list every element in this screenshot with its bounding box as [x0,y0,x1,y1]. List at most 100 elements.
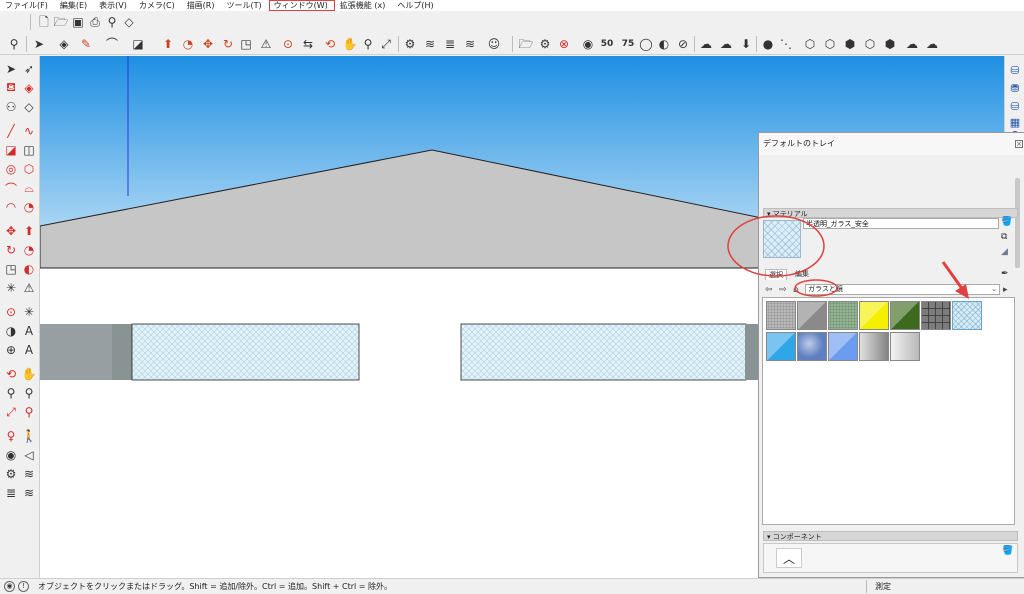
database-stack-icon[interactable]: ⛁ [1007,98,1023,114]
details-arrow-icon[interactable]: ▸ [1003,285,1008,295]
tray-scrollbar[interactable] [1015,178,1020,268]
hexagon-icon[interactable]: ⬡ [802,36,818,52]
new-file-icon[interactable]: 🗋 [36,14,52,30]
pie-icon[interactable]: ◔ [21,199,37,215]
select-arrow-icon[interactable]: ➤ [3,61,19,77]
polygon-tool-icon[interactable]: ⬡ [21,161,37,177]
menu-item-8[interactable]: ヘルプ(H) [392,0,440,11]
menu-item-5[interactable]: ツール(T) [222,0,269,11]
create-material-icon[interactable]: ⧉ [1001,232,1007,242]
hexagon-cube-icon[interactable]: ⬢ [842,36,858,52]
zoom-left-icon[interactable]: ⚲ [3,385,19,401]
move-tool-icon[interactable]: ✥ [3,223,19,239]
component-icon[interactable]: ⚇ [3,99,19,115]
rotate-icon[interactable]: ↻ [220,36,236,52]
arc-icon[interactable]: ⌒ [104,36,120,52]
folder-icon[interactable]: 🗁 [518,36,534,52]
circle-tool-icon[interactable]: ◎ [3,161,19,177]
walk-icon[interactable]: 🚶 [21,428,37,444]
3d-text-icon[interactable]: A [21,342,37,358]
pencil-icon[interactable]: ✎ [78,36,94,52]
cloud-up-icon[interactable]: ☁ [718,36,734,52]
zoom-extents-tool-icon[interactable]: ⤢ [3,404,19,420]
eraser-icon[interactable]: ◈ [56,36,72,52]
eraser-tool-icon[interactable]: ◈ [21,80,37,96]
pan-tool-icon[interactable]: ✋ [21,366,37,382]
material-name-field[interactable] [803,218,999,229]
axes-icon[interactable]: ⊕ [3,342,19,358]
rotated-rect-icon[interactable]: ◫ [21,142,37,158]
scale-icon[interactable]: ◳ [238,36,254,52]
freehand-icon[interactable]: ∿ [21,123,37,139]
move-icon[interactable]: ✥ [200,36,216,52]
cloud-settings-icon[interactable]: ☁ [924,36,940,52]
orbit-tool-icon[interactable]: ⟲ [3,366,19,382]
back-arrow-icon[interactable]: ⇦ [765,285,773,295]
arc-3pt-icon[interactable]: ◠ [3,199,19,215]
protractor-icon[interactable]: ◑ [3,323,19,339]
position-camera-icon[interactable]: ♀ [3,428,19,444]
arc-2pt-icon[interactable]: ⌓ [21,180,37,196]
zoom-icon[interactable]: ⚲ [6,36,22,52]
database-add-icon[interactable]: ⛃ [1007,80,1023,96]
dimension-tool-icon[interactable]: ✳ [21,304,37,320]
tab-select[interactable]: 選択 [765,269,787,280]
offset-icon[interactable]: ⚠ [258,36,274,52]
menu-item-0[interactable]: ファイル(F) [0,0,55,11]
offset-tool-icon[interactable]: ◐ [21,261,37,277]
select-tool-icon[interactable]: ➤ [31,36,47,52]
menu-item-3[interactable]: カメラ(C) [134,0,182,11]
material-swatch-concrete[interactable] [766,301,796,330]
material-swatch-steel-diagonal[interactable] [797,301,827,330]
erase-outline-icon[interactable]: ◇ [21,99,37,115]
zoom-window-icon[interactable]: ⚲ [21,385,37,401]
orbit-icon[interactable]: ⟲ [322,36,338,52]
tape-tool-icon[interactable]: ⊙ [3,304,19,320]
menu-item-2[interactable]: 表示(V) [94,0,134,11]
rect-tool-icon[interactable]: ◪ [3,142,19,158]
zoom-extents-icon[interactable]: ⤢ [378,36,394,52]
close-icon[interactable]: × [1015,140,1023,148]
home-icon[interactable]: ⌂ [793,285,799,295]
dimension-icon[interactable]: ⇆ [300,36,316,52]
cloud-down-icon[interactable]: ☁ [698,36,714,52]
layers-tool-icon[interactable]: ≋ [21,466,37,482]
menu-item-4[interactable]: 描画(R) [182,0,222,11]
menu-item-7[interactable]: 拡張機能 (x) [335,0,393,11]
tab-edit[interactable]: 編集 [792,269,812,280]
print-icon[interactable]: ⎙ [87,14,103,30]
glass-panel-left[interactable] [131,323,360,381]
half-circle-icon[interactable]: ◐ [656,36,672,52]
tape-measure-icon[interactable]: ⊙ [280,36,296,52]
material-swatch-metal-grid[interactable] [921,301,951,330]
arc-tool-icon[interactable]: ⌒ [3,180,19,196]
hexagon-dot-icon[interactable]: ⬢ [882,36,898,52]
material-swatch-translucent-glass-safety[interactable] [952,301,982,330]
line-tool-icon[interactable]: ╱ [3,123,19,139]
sample-paint-icon[interactable]: ◢ [1001,247,1008,257]
eye-icon[interactable]: ◉ [580,36,596,52]
cloud-sync-icon[interactable]: ☁ [904,36,920,52]
hexagon-outline-icon[interactable]: ⬡ [822,36,838,52]
materials-section-header[interactable]: ▾ マテリアル [763,208,1018,218]
intersect-icon[interactable]: ✳ [3,280,19,296]
geo-location-icon[interactable]: ◉ [4,581,15,592]
material-swatch-dark-green-glass[interactable] [890,301,920,330]
look-around-icon[interactable]: ◉ [3,447,19,463]
stack-icon[interactable]: ≣ [442,36,458,52]
hexagon-flag-icon[interactable]: ⬡ [862,36,878,52]
push-pull-icon[interactable]: ⬆ [160,36,176,52]
erase-icon[interactable]: ◇ [121,14,137,30]
model-info-icon[interactable]: ⚲ [104,14,120,30]
drop-icon[interactable]: ◯ [638,36,654,52]
warehouse-icon[interactable]: ⚙ [402,36,418,52]
material-swatch-white-mirror[interactable] [890,332,920,361]
follow-me-icon[interactable]: ◔ [180,36,196,52]
info-icon[interactable]: ! [18,581,29,592]
seventyfive-icon[interactable]: 75 [618,36,638,52]
material-swatch-blue-glass[interactable] [828,332,858,361]
rectangle-icon[interactable]: ◪ [130,36,146,52]
current-material-swatch[interactable] [763,220,801,258]
eyedropper-icon[interactable]: ✒ [1001,269,1009,279]
user-icon[interactable]: ☺ [486,36,502,52]
